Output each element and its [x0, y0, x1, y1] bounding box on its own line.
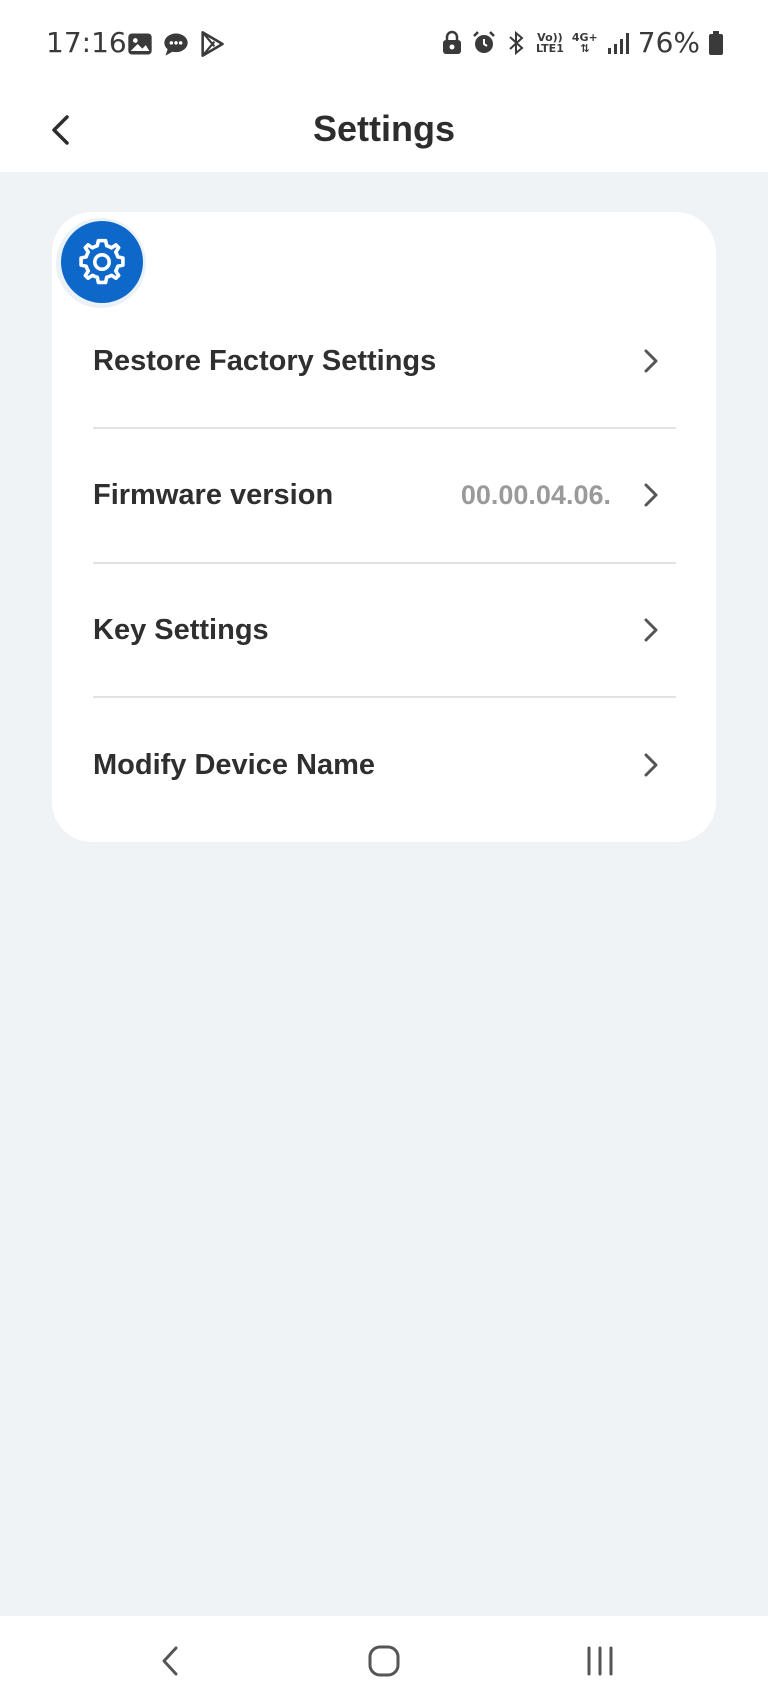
volte-icon: Vo)) LTE1 [536, 32, 564, 54]
chevron-right-icon [644, 753, 658, 777]
battery-percent: 76% [637, 26, 700, 59]
modify-device-name-item[interactable]: Modify Device Name [93, 698, 677, 832]
nav-home-button[interactable] [354, 1634, 414, 1688]
system-nav-bar [0, 1616, 768, 1706]
item-label: Firmware version [93, 478, 334, 511]
firmware-version-item[interactable]: Firmware version 00.00.04.06. [93, 428, 677, 562]
nav-recents-button[interactable] [570, 1634, 630, 1688]
volte-label-bottom: LTE1 [535, 41, 564, 55]
status-time: 17:16 [46, 26, 127, 59]
status-bar: 17:16 Vo)) LTE1 4G+ ⇅ 76% [0, 0, 768, 86]
bluetooth-icon [509, 30, 524, 55]
lock-icon [442, 30, 461, 54]
volte-label-top: Vo)) [537, 30, 563, 44]
nav-back-button[interactable] [140, 1634, 200, 1688]
message-icon [164, 33, 188, 56]
key-settings-item[interactable]: Key Settings [93, 563, 677, 697]
notification-icons [126, 30, 226, 58]
gear-badge [61, 221, 143, 303]
gallery-icon [128, 33, 152, 55]
item-label: Key Settings [93, 613, 269, 646]
nav-back-icon [162, 1646, 178, 1676]
chevron-right-icon [644, 483, 658, 507]
signal-icon [607, 32, 629, 54]
gear-icon [79, 238, 125, 285]
settings-screen: 17:16 Vo)) LTE1 4G+ ⇅ 76% Settings Resto… [0, 0, 768, 1706]
item-label: Modify Device Name [93, 748, 376, 781]
chevron-right-icon [644, 349, 658, 373]
item-label: Restore Factory Settings [93, 344, 437, 377]
chevron-right-icon [644, 618, 658, 642]
restore-factory-settings-item[interactable]: Restore Factory Settings [93, 294, 677, 428]
network-label: 4G+ [571, 30, 598, 44]
nav-recents-icon [587, 1646, 613, 1676]
firmware-version-value: 00.00.04.06. [460, 479, 611, 510]
nav-home-icon [368, 1645, 400, 1677]
network-arrows: ⇅ [580, 41, 590, 55]
play-store-icon [201, 31, 224, 57]
network-4g-icon: 4G+ ⇅ [572, 32, 598, 54]
page-title: Settings [312, 108, 455, 149]
app-header: Settings [0, 86, 768, 172]
battery-icon [709, 30, 723, 55]
alarm-icon [473, 30, 495, 53]
system-status-icons: Vo)) LTE1 4G+ ⇅ 76% [440, 26, 724, 59]
